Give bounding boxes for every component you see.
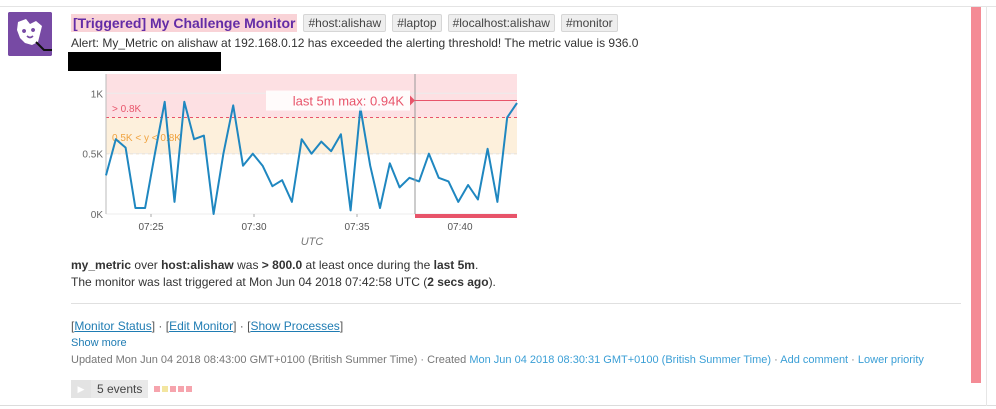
y-tick-label: 0.5K — [82, 150, 103, 161]
summary-over: over — [134, 258, 158, 272]
x-tick-label: 07:25 — [138, 222, 163, 233]
alert-message: Alert: My_Metric on alishaw at 192.168.0… — [71, 36, 639, 50]
x-tick-label: 07:35 — [344, 222, 369, 233]
event-square — [186, 386, 193, 392]
status-indicator-bar — [971, 7, 981, 383]
show-more-link[interactable]: Show more — [71, 337, 127, 349]
alert-threshold-label: > 0.8K — [112, 104, 142, 115]
lower-priority-link[interactable]: Lower priority — [858, 354, 924, 366]
summary-host: host:alishaw — [161, 258, 234, 272]
action-links: [Monitor Status] · [Edit Monitor] · [Sho… — [71, 319, 344, 333]
created-date-link[interactable]: Mon Jun 04 2018 08:30:31 GMT+0100 (Briti… — [469, 354, 771, 366]
summary-was: was — [237, 258, 259, 272]
event-square — [170, 386, 177, 392]
tag-localhost[interactable]: #localhost:alishaw — [447, 14, 555, 32]
top-border — [0, 6, 996, 7]
event-square — [154, 386, 161, 392]
add-comment-link[interactable]: Add comment — [780, 354, 848, 366]
show-processes-link[interactable]: Show Processes — [250, 319, 339, 333]
summary-threshold: > 800.0 — [261, 258, 303, 272]
play-icon[interactable]: ▶ — [71, 380, 91, 398]
meta-line: Updated Mon Jun 04 2018 08:43:00 GMT+010… — [71, 354, 924, 366]
datadog-logo-icon — [8, 12, 52, 56]
event-square — [178, 386, 185, 392]
x-axis-ticks: 07:25 07:30 07:35 07:40 UTC — [138, 214, 473, 248]
event-indicators — [152, 386, 193, 392]
title-row: [Triggered] My Challenge Monitor #host:a… — [71, 13, 618, 33]
max-annotation-label: last 5m max: 0.94K — [293, 94, 405, 109]
section-divider — [71, 303, 961, 304]
summary-metric: my_metric — [71, 258, 132, 272]
triggered-window-bar — [415, 214, 517, 218]
y-axis-ticks: 0K 0.5K 1K — [82, 74, 107, 221]
redacted-block — [68, 52, 221, 71]
warning-threshold-label: 0.5K < y < 0.8K — [112, 133, 181, 144]
summary-trigger-ago: 2 secs ago — [427, 275, 489, 289]
summary-trigger-suffix: ). — [488, 275, 496, 289]
bottom-border — [0, 405, 996, 406]
monitor-title[interactable]: [Triggered] My Challenge Monitor — [71, 14, 298, 32]
tag-host[interactable]: #host:alishaw — [303, 14, 387, 32]
summary-at-least: at least once during the — [305, 258, 431, 272]
x-tick-label: 07:40 — [447, 222, 472, 233]
edit-monitor-link[interactable]: Edit Monitor — [169, 319, 233, 333]
x-axis-label: UTC — [301, 236, 324, 248]
x-tick-label: 07:30 — [241, 222, 266, 233]
monitor-status-link[interactable]: Monitor Status — [74, 319, 151, 333]
tag-laptop[interactable]: #laptop — [392, 14, 442, 32]
monitor-summary: my_metric over host:alishaw was > 800.0 … — [71, 258, 496, 289]
events-count[interactable]: 5 events — [91, 380, 149, 398]
event-square — [162, 386, 169, 392]
y-tick-label: 0K — [91, 210, 104, 221]
summary-trigger-prefix: The monitor was last triggered at Mon Ju… — [71, 275, 428, 289]
metric-chart[interactable]: 0K 0.5K 1K 07:25 07:30 07:35 07:40 UTC > 0.8K 0… — [70, 72, 530, 252]
y-tick-label: 1K — [91, 89, 104, 100]
scrollbar-track[interactable] — [986, 6, 987, 406]
updated-text: Updated Mon Jun 04 2018 08:43:00 GMT+010… — [71, 354, 467, 366]
tag-monitor[interactable]: #monitor — [560, 14, 618, 32]
summary-window: last 5m — [433, 258, 475, 272]
events-bar[interactable]: ▶ 5 events — [71, 380, 193, 398]
